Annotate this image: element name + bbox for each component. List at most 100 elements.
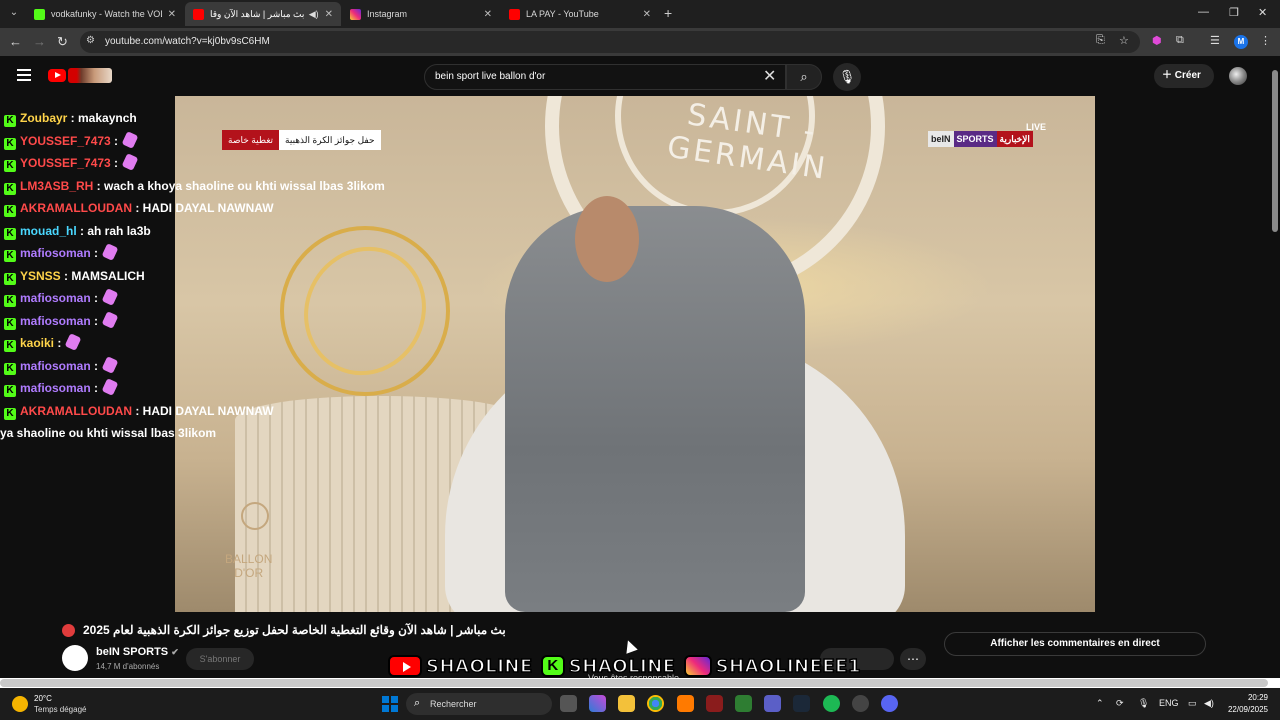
volume-icon[interactable]: ◀)	[1204, 698, 1214, 709]
channel-bug: beIN SPORTS الإخبارية	[928, 131, 1033, 147]
close-icon[interactable]: ✕	[643, 9, 651, 20]
instagram-icon	[683, 655, 712, 677]
speaker-icon[interactable]: ◀)	[309, 9, 319, 20]
extension-shield-icon[interactable]: ⬢	[1152, 34, 1162, 47]
kick-icon: K	[4, 138, 16, 150]
restore-icon[interactable]: ❐	[1229, 6, 1239, 19]
chat-message: Kmouad_hl : ah rah la3b	[0, 220, 151, 242]
subscribe-button[interactable]: S'abonner	[186, 648, 254, 670]
channel-name[interactable]: beIN SPORTS ✔	[96, 646, 179, 658]
create-button[interactable]: ＋ Créer	[1154, 64, 1214, 88]
tab-title: vodkafunky - Watch the VOD o	[51, 9, 162, 19]
kick-icon: K	[4, 385, 16, 397]
tab-la-pay[interactable]: LA PAY - YouTube ✕	[501, 2, 659, 26]
tab-kick[interactable]: vodkafunky - Watch the VOD o ✕	[26, 2, 184, 26]
chat-text: ya shaoline ou khti wissal lbas 3likom	[0, 426, 217, 440]
avatar[interactable]	[1229, 67, 1247, 85]
search-button[interactable]: ⌕	[786, 64, 822, 90]
discord-icon[interactable]	[881, 695, 898, 712]
close-icon[interactable]: ✕	[325, 9, 333, 20]
app-v-icon[interactable]	[706, 695, 723, 712]
more-actions-icon[interactable]: ⋯	[900, 648, 926, 670]
file-explorer-icon[interactable]	[618, 695, 635, 712]
emote-icon	[101, 288, 119, 306]
minimize-icon[interactable]: —	[1198, 6, 1209, 18]
browser-profile-avatar[interactable]: M	[1234, 35, 1248, 49]
back-icon[interactable]: ←	[9, 34, 22, 50]
tab-title: بث مباشر | شاهد الآن وقا	[210, 8, 305, 19]
chat-message: Kmafiosoman :	[0, 355, 119, 377]
search-query: bein sport live ballon d'or	[435, 71, 546, 82]
sports-label: SPORTS	[953, 131, 997, 147]
spotify-icon[interactable]	[823, 695, 840, 712]
install-app-icon[interactable]: ⎘	[1096, 34, 1105, 47]
chat-message: K YOUSSEF_7473 :	[0, 152, 139, 174]
chat-text: ah rah la3b	[87, 224, 151, 238]
chat-username: mafiosoman	[20, 246, 91, 260]
shield-app-icon[interactable]	[735, 695, 752, 712]
network-icon[interactable]: ⟳	[1116, 698, 1124, 709]
tab-search-icon[interactable]: ⌄	[6, 5, 22, 21]
clock-date[interactable]: 22/09/2025	[1224, 705, 1268, 714]
forward-icon[interactable]: →	[33, 34, 46, 50]
wifi-icon[interactable]: ▭	[1188, 698, 1197, 709]
reload-icon[interactable]: ↻	[57, 34, 68, 50]
tray-overflow-icon[interactable]: ⌃	[1096, 698, 1104, 709]
show-live-chat-button[interactable]: Afficher les commentaires en direct	[944, 632, 1206, 656]
tab-title: LA PAY - YouTube	[526, 9, 599, 19]
subscriber-count: 14,7 M d'abonnés	[96, 662, 160, 671]
weather-moon-icon[interactable]	[12, 696, 28, 712]
kick-icon: K	[4, 160, 16, 172]
copilot-icon[interactable]	[589, 695, 606, 712]
emote-icon	[64, 333, 82, 351]
microphone-icon[interactable]: 🎙	[1138, 698, 1149, 709]
weather-temperature[interactable]: 20°C	[34, 694, 52, 703]
windows-start-icon[interactable]	[382, 696, 398, 712]
chat-text: HADI DAYAL NAWNAW	[142, 404, 274, 418]
emote-icon	[101, 378, 119, 396]
new-tab-icon[interactable]: +	[664, 5, 678, 21]
clock-time[interactable]: 20:29	[1228, 693, 1268, 702]
taskbar-search[interactable]: ⌕ Rechercher	[406, 693, 552, 715]
chatgpt-icon[interactable]	[852, 695, 869, 712]
kick-icon: K	[4, 363, 16, 375]
address-bar[interactable]: ⚙ youtube.com/watch?v=kj0bv9sC6HM	[80, 31, 1140, 53]
horizontal-scroll-thumb[interactable]	[0, 679, 1268, 687]
kick-icon: K	[4, 115, 16, 127]
vertical-scroll-thumb[interactable]	[1272, 70, 1278, 232]
chat-username: mafiosoman	[20, 359, 91, 373]
teams-icon[interactable]	[764, 695, 781, 712]
app-a-icon[interactable]	[677, 695, 694, 712]
voice-search-button[interactable]: 🎙	[833, 63, 861, 91]
close-icon[interactable]: ✕	[168, 9, 176, 20]
chat-username: mafiosoman	[20, 381, 91, 395]
language-indicator[interactable]: ENG	[1159, 698, 1179, 708]
close-icon[interactable]: ✕	[484, 9, 492, 20]
kick-icon: K	[4, 408, 16, 420]
chat-message: K YOUSSEF_7473 :	[0, 130, 139, 152]
chrome-icon[interactable]	[647, 695, 664, 712]
site-info-icon[interactable]: ⚙	[86, 35, 95, 46]
emote-icon	[121, 131, 139, 149]
bookmark-star-icon[interactable]: ☆	[1119, 34, 1129, 47]
chat-message: K YSNSS : MAMSALICH	[0, 265, 145, 287]
chat-text: HADI DAYAL NAWNAW	[142, 201, 274, 215]
ballon-dor-brand: BALLON D'OR	[225, 552, 272, 580]
tab-youtube-live[interactable]: بث مباشر | شاهد الآن وقا ◀) ✕	[185, 2, 341, 26]
youtube-logo-icon[interactable]	[48, 69, 66, 82]
youtube-doodle[interactable]	[68, 68, 112, 83]
steam-icon[interactable]	[793, 695, 810, 712]
extensions-icon[interactable]: ⧉	[1176, 34, 1184, 47]
more-menu-icon[interactable]: ⋮	[1260, 34, 1271, 47]
clear-search-icon[interactable]: ✕	[763, 68, 776, 86]
search-input[interactable]: bein sport live ballon d'or ✕	[424, 64, 786, 90]
reading-list-icon[interactable]: ☰	[1210, 34, 1220, 47]
channel-avatar[interactable]	[62, 645, 88, 671]
brand-line-1: BALLON	[225, 552, 273, 566]
task-view-icon[interactable]	[560, 695, 577, 712]
hamburger-menu-icon[interactable]	[17, 69, 31, 81]
weather-description[interactable]: Temps dégagé	[34, 705, 86, 714]
tab-instagram[interactable]: Instagram ✕	[342, 2, 500, 26]
window-close-icon[interactable]: ✕	[1258, 6, 1267, 19]
url-text: youtube.com/watch?v=kj0bv9sC6HM	[105, 36, 270, 47]
